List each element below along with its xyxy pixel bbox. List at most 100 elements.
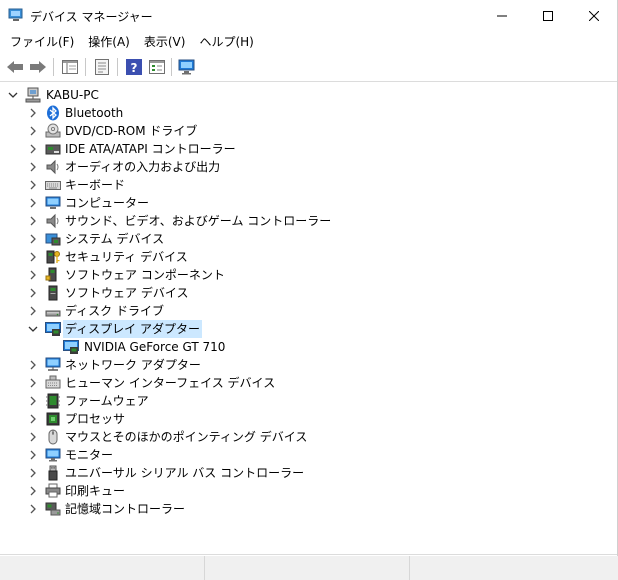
- expand-chevron-icon[interactable]: [27, 359, 39, 371]
- collapse-chevron-icon[interactable]: [27, 323, 39, 335]
- tree-item-audio-io[interactable]: オーディオの入力および出力: [0, 158, 617, 176]
- help-button[interactable]: ?: [122, 55, 145, 78]
- tree-item-nvidia-gt710[interactable]: NVIDIA GeForce GT 710: [0, 338, 617, 356]
- expand-chevron-icon[interactable]: [27, 233, 39, 245]
- tree-item-hid[interactable]: ヒューマン インターフェイス デバイス: [0, 374, 617, 392]
- title-bar[interactable]: デバイス マネージャー: [0, 0, 618, 31]
- computer-icon: [45, 195, 61, 211]
- tree-item-software-devices[interactable]: ソフトウェア デバイス: [0, 284, 617, 302]
- expand-chevron-icon[interactable]: [27, 161, 39, 173]
- tree-item-label: コンピューター: [65, 196, 150, 210]
- tree-item-monitors[interactable]: モニター: [0, 446, 617, 464]
- expand-chevron-icon[interactable]: [27, 179, 39, 191]
- display-adapter-icon: [45, 321, 61, 337]
- tree-item-firmware[interactable]: ファームウェア: [0, 392, 617, 410]
- status-cell-2: [205, 556, 410, 580]
- tree-item-label: マウスとそのほかのポインティング デバイス: [65, 430, 308, 444]
- forward-button[interactable]: [26, 55, 49, 78]
- back-button[interactable]: [3, 55, 26, 78]
- expand-chevron-icon[interactable]: [27, 125, 39, 137]
- expand-chevron-icon[interactable]: [27, 107, 39, 119]
- speaker-icon: [45, 159, 61, 175]
- view-list-icon: [148, 59, 165, 74]
- menu-file[interactable]: ファイル(F): [3, 31, 81, 53]
- tree-item-label: 印刷キュー: [65, 484, 126, 498]
- menu-action[interactable]: 操作(A): [81, 31, 137, 53]
- tree-item-label: ディスプレイ アダプター: [63, 320, 202, 338]
- tree-item-keyboard[interactable]: キーボード: [0, 176, 617, 194]
- tree-item-label: NVIDIA GeForce GT 710: [84, 340, 226, 354]
- tree-item-print-queues[interactable]: 印刷キュー: [0, 482, 617, 500]
- expand-chevron-icon[interactable]: [27, 305, 39, 317]
- expand-chevron-icon[interactable]: [27, 467, 39, 479]
- toolbar: ?: [0, 53, 618, 80]
- tree-item-software-components[interactable]: ソフトウェア コンポーネント: [0, 266, 617, 284]
- expand-chevron-icon[interactable]: [27, 449, 39, 461]
- maximize-button[interactable]: [525, 0, 571, 31]
- scan-hardware-button[interactable]: [175, 55, 198, 78]
- expand-chevron-icon[interactable]: [27, 251, 39, 263]
- tree-item-storage-controllers[interactable]: 記憶域コントローラー: [0, 500, 617, 518]
- tree-item-ide-controller[interactable]: IDE ATA/ATAPI コントローラー: [0, 140, 617, 158]
- device-tree-pane[interactable]: KABU-PC Bluetooth DVD/CD-ROM ドライブ IDE AT…: [0, 81, 617, 555]
- security-key-icon: [45, 249, 61, 265]
- firmware-icon: [45, 393, 61, 409]
- menu-help[interactable]: ヘルプ(H): [192, 31, 260, 53]
- close-button[interactable]: [571, 0, 617, 31]
- expand-chevron-icon[interactable]: [27, 485, 39, 497]
- processor-icon: [45, 411, 61, 427]
- tree-item-label: サウンド、ビデオ、およびゲーム コントローラー: [65, 214, 332, 228]
- tree-item-sound-video-game[interactable]: サウンド、ビデオ、およびゲーム コントローラー: [0, 212, 617, 230]
- network-adapter-icon: [45, 357, 61, 373]
- expand-chevron-icon[interactable]: [27, 269, 39, 281]
- monitor-icon: [45, 447, 61, 463]
- tree-item-disk-drives[interactable]: ディスク ドライブ: [0, 302, 617, 320]
- properties-button[interactable]: [90, 55, 113, 78]
- hid-icon: [45, 375, 61, 391]
- expand-chevron-icon[interactable]: [27, 413, 39, 425]
- tree-root-item[interactable]: KABU-PC: [0, 86, 617, 104]
- window-title: デバイス マネージャー: [30, 10, 153, 24]
- minimize-icon: [497, 15, 507, 16]
- expand-chevron-icon[interactable]: [27, 431, 39, 443]
- menu-view[interactable]: 表示(V): [137, 31, 193, 53]
- maximize-icon: [543, 10, 553, 21]
- tree-item-network-adapters[interactable]: ネットワーク アダプター: [0, 356, 617, 374]
- minimize-button[interactable]: [479, 0, 525, 31]
- tree-item-processors[interactable]: プロセッサ: [0, 410, 617, 428]
- view-button[interactable]: [145, 55, 168, 78]
- system-devices-icon: [45, 231, 61, 247]
- tree-item-usb-controllers[interactable]: ユニバーサル シリアル バス コントローラー: [0, 464, 617, 482]
- help-icon: ?: [125, 58, 142, 75]
- tree-item-system-devices[interactable]: システム デバイス: [0, 230, 617, 248]
- tree-item-mice[interactable]: マウスとそのほかのポインティング デバイス: [0, 428, 617, 446]
- computer-network-icon: [25, 87, 41, 103]
- collapse-chevron-icon[interactable]: [7, 89, 19, 101]
- dvd-drive-icon: [45, 123, 61, 139]
- expand-chevron-icon[interactable]: [27, 287, 39, 299]
- mouse-icon: [45, 429, 61, 445]
- tree-item-label: IDE ATA/ATAPI コントローラー: [65, 142, 236, 156]
- tree-item-bluetooth[interactable]: Bluetooth: [0, 104, 617, 122]
- tree-root-label: KABU-PC: [46, 88, 99, 102]
- display-adapter-icon: [63, 339, 79, 355]
- tree-item-display-adapters[interactable]: ディスプレイ アダプター: [0, 320, 617, 338]
- tree-item-security-devices[interactable]: セキュリティ デバイス: [0, 248, 617, 266]
- monitor-scan-icon: [178, 59, 194, 74]
- expand-chevron-icon[interactable]: [27, 143, 39, 155]
- expand-chevron-icon[interactable]: [27, 377, 39, 389]
- expand-chevron-icon[interactable]: [27, 395, 39, 407]
- expand-chevron-icon[interactable]: [27, 503, 39, 515]
- device-manager-icon: [8, 8, 24, 22]
- tree-item-dvd-drive[interactable]: DVD/CD-ROM ドライブ: [0, 122, 617, 140]
- tree-item-label: ヒューマン インターフェイス デバイス: [65, 376, 276, 390]
- expand-chevron-icon[interactable]: [27, 197, 39, 209]
- properties-icon: [94, 58, 109, 75]
- expand-chevron-icon[interactable]: [27, 215, 39, 227]
- tree-item-label: ソフトウェア デバイス: [65, 286, 189, 300]
- tree-item-label: キーボード: [65, 178, 126, 192]
- tree-item-computer[interactable]: コンピューター: [0, 194, 617, 212]
- keyboard-icon: [45, 177, 61, 193]
- tree-item-label: システム デバイス: [65, 232, 165, 246]
- show-hide-tree-button[interactable]: [58, 55, 81, 78]
